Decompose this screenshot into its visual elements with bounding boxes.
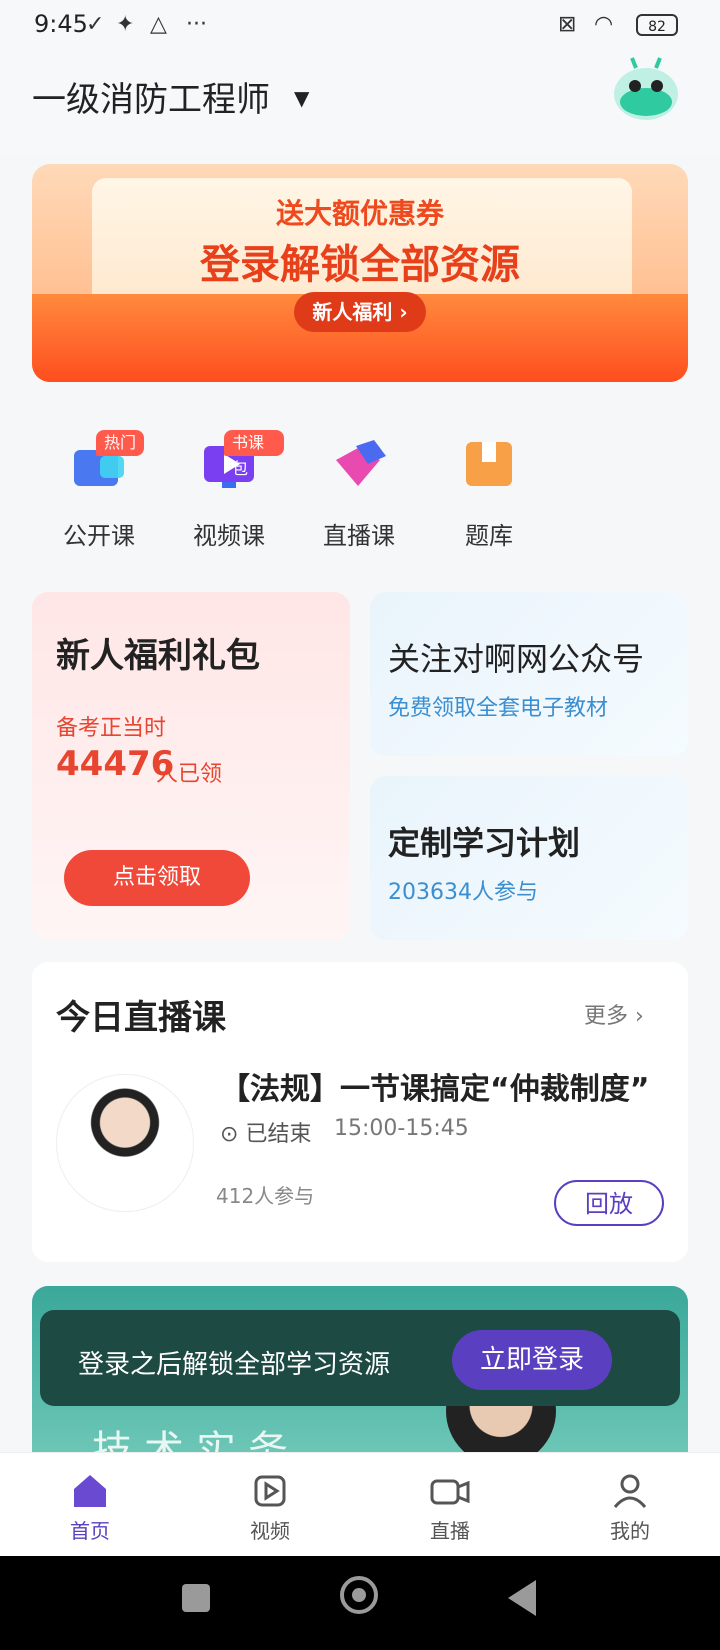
stop-icon: ⊙ <box>220 1122 239 1147</box>
banner-title: 登录解锁全部资源 <box>200 242 520 288</box>
page-title[interactable]: 一级消防工程师 <box>32 72 270 121</box>
tab-label: 视频 <box>250 1519 290 1543</box>
tab-mine[interactable]: 我的 <box>570 1471 690 1544</box>
video-icon <box>254 1475 286 1507</box>
status-bar: 9:45 ✓ ✦ △ ··· ⊠ ◠ 82 <box>0 0 720 54</box>
tab-live[interactable]: 直播 <box>390 1471 510 1544</box>
tab-bar: 首页 视频 直播 我的 <box>0 1452 720 1557</box>
no-sim-icon: ⊠ <box>558 12 577 37</box>
live-section-title: 今日直播课 <box>56 998 226 1038</box>
check-icon: ✓ <box>86 12 105 37</box>
nav-video-course[interactable]: 书课包 视频课 <box>164 430 284 550</box>
gift-count-unit: 人已领 <box>156 762 223 787</box>
drive-icon: △ <box>150 12 167 37</box>
tab-home[interactable]: 首页 <box>30 1471 150 1544</box>
login-bar: 登录之后解锁全部学习资源 立即登录 <box>40 1310 680 1406</box>
more-label: 更多 <box>584 1004 629 1029</box>
plan-subtitle: 203634人参与 <box>388 880 538 905</box>
status-time: 9:45 <box>34 10 88 38</box>
more-dots-icon: ··· <box>186 12 207 37</box>
course-status: ⊙ 已结束 <box>220 1116 311 1148</box>
gift-card[interactable]: 新人福利礼包 备考正当时 44476 人已领 点击领取 <box>32 592 350 940</box>
battery-icon: 82 <box>636 14 678 36</box>
caret-down-icon[interactable]: ▼ <box>294 86 309 110</box>
tab-video[interactable]: 视频 <box>210 1471 330 1544</box>
follow-title: 关注对啊网公众号 <box>388 640 645 678</box>
course-title[interactable]: 【法规】一节课搞定“仲裁制度” <box>220 1064 649 1108</box>
nav-question-bank[interactable]: 题库 <box>424 430 544 550</box>
course-status-label: 已结束 <box>245 1122 312 1147</box>
plan-card[interactable]: 定制学习计划 203634人参与 <box>370 776 688 940</box>
course-time: 15:00-15:45 <box>334 1116 469 1141</box>
gift-subtitle: 备考正当时 <box>56 716 167 741</box>
tab-label: 首页 <box>70 1519 110 1543</box>
plan-title: 定制学习计划 <box>388 824 581 862</box>
nav-live-course[interactable]: 直播课 <box>294 430 414 550</box>
camera-icon <box>430 1479 470 1505</box>
course-participants: 412人参与 <box>216 1184 315 1208</box>
live-course-icon <box>336 440 386 486</box>
follow-card[interactable]: 关注对啊网公众号 免费领取全套电子教材 <box>370 592 688 756</box>
more-link[interactable]: 更多 › <box>584 998 644 1030</box>
login-promo: 技术实务 登录之后解锁全部学习资源 立即登录 <box>32 1286 688 1452</box>
promo-watermark: 技术实务 <box>92 1428 300 1452</box>
robot-mascot-icon[interactable] <box>608 50 684 126</box>
back-icon[interactable] <box>508 1580 536 1616</box>
nav-open-class[interactable]: 热门 公开课 <box>34 430 154 550</box>
teacher-avatar[interactable] <box>56 1074 194 1212</box>
question-bank-icon <box>466 442 512 486</box>
login-button[interactable]: 立即登录 <box>452 1330 612 1390</box>
nav-label: 视频课 <box>193 522 265 550</box>
system-nav-bar <box>0 1556 720 1650</box>
nav-label: 公开课 <box>63 522 135 550</box>
banner-button[interactable]: 新人福利 › <box>294 292 426 332</box>
home-icon <box>74 1475 106 1507</box>
settings-icon: ✦ <box>116 12 135 37</box>
claim-button[interactable]: 点击领取 <box>64 850 250 906</box>
replay-button[interactable]: 回放 <box>554 1180 664 1226</box>
user-icon <box>613 1474 647 1508</box>
home-circle-icon[interactable] <box>340 1576 378 1614</box>
nav-label: 题库 <box>465 522 513 550</box>
tab-label: 直播 <box>430 1519 470 1543</box>
live-section: 今日直播课 更多 › 【法规】一节课搞定“仲裁制度” ⊙ 已结束 15:00-1… <box>32 962 688 1262</box>
banner-subtitle: 送大额优惠券 <box>275 197 444 230</box>
nav-label: 直播课 <box>323 522 395 550</box>
login-text: 登录之后解锁全部学习资源 <box>78 1350 391 1380</box>
badge-book-pack: 书课包 <box>224 430 284 478</box>
promo-banner[interactable]: 送大额优惠券 登录解锁全部资源 新人福利 › <box>32 164 688 382</box>
tab-label: 我的 <box>610 1519 650 1543</box>
recents-icon[interactable] <box>182 1584 210 1612</box>
wifi-icon: ◠ <box>594 12 614 37</box>
chevron-right-icon: › <box>635 1004 644 1029</box>
badge-hot: 热门 <box>96 430 145 456</box>
follow-subtitle: 免费领取全套电子教材 <box>388 696 609 721</box>
gift-title: 新人福利礼包 <box>56 636 260 676</box>
